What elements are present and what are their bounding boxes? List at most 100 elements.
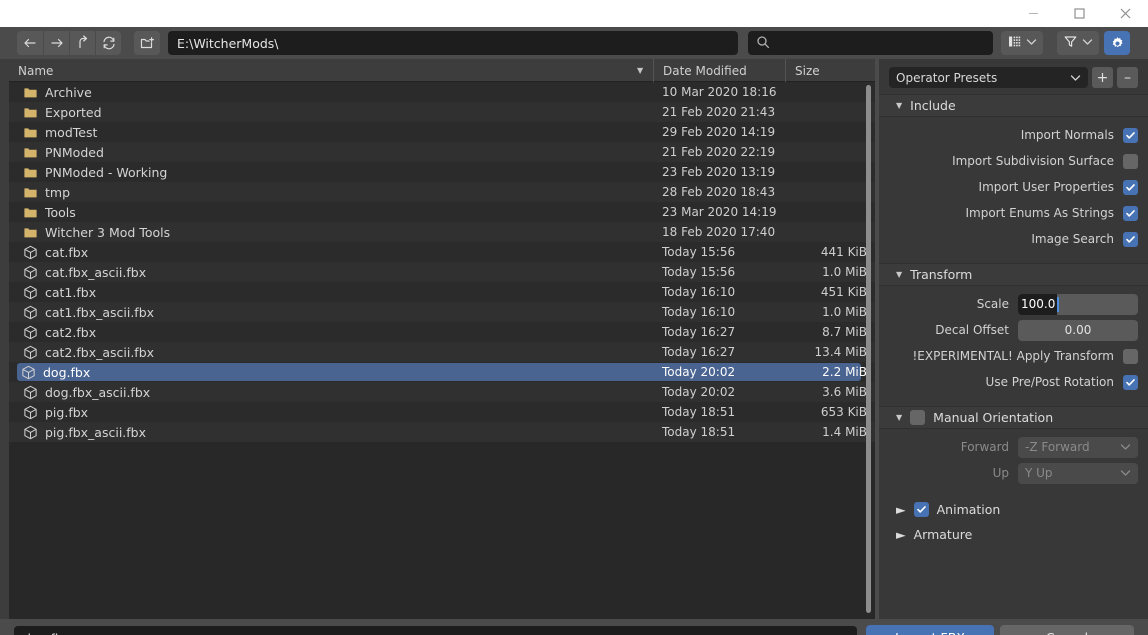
file-size-cell: 3.6 MiB — [822, 385, 867, 399]
section-header-include[interactable]: ▼ Include — [879, 94, 1148, 117]
file-date-cell: 28 Feb 2020 18:43 — [662, 185, 776, 199]
table-row[interactable]: cat1.fbx_ascii.fbx Today 16:10 1.0 MiB — [9, 302, 875, 322]
section-header-manual-orientation[interactable]: ▼ Manual Orientation — [879, 406, 1148, 429]
file-list-scrollbar[interactable] — [866, 85, 871, 613]
apply-transform-checkbox[interactable] — [1123, 348, 1138, 364]
table-row[interactable]: modTest 29 Feb 2020 14:19 — [9, 122, 875, 142]
section-body-manual-orientation: Forward -Z Forward Up Y Up — [879, 429, 1148, 497]
operator-presets-dropdown[interactable]: Operator Presets — [889, 67, 1088, 88]
forward-property-row: Forward -Z Forward — [889, 436, 1138, 458]
folder-icon — [24, 127, 37, 137]
table-row[interactable]: tmp 28 Feb 2020 18:43 — [9, 182, 875, 202]
table-row[interactable]: Exported 21 Feb 2020 21:43 — [9, 102, 875, 122]
file-name-label: cat.fbx — [45, 244, 89, 260]
table-row[interactable]: Tools 23 Mar 2020 14:19 — [9, 202, 875, 222]
file-name-label: Tools — [45, 204, 76, 220]
file-date-cell: 21 Feb 2020 22:19 — [662, 145, 776, 159]
file-name-label: dog.fbx_ascii.fbx — [45, 384, 151, 400]
table-row[interactable]: Witcher 3 Mod Tools 18 Feb 2020 17:40 — [9, 222, 875, 242]
up-label: Up — [992, 466, 1009, 480]
file-name-cell: pig.fbx_ascii.fbx — [19, 423, 152, 441]
display-mode-dropdown[interactable] — [1001, 31, 1043, 55]
new-folder-icon[interactable] — [134, 31, 160, 55]
section-header-animation[interactable]: ► Animation — [879, 497, 1148, 522]
table-row[interactable]: dog.fbx_ascii.fbx Today 20:02 3.6 MiB — [9, 382, 875, 402]
file-name-label: dog.fbx — [43, 364, 91, 380]
file-name-label: pig.fbx_ascii.fbx — [45, 424, 146, 440]
table-row[interactable]: dog.fbx Today 20:02 2.2 MiB — [9, 362, 875, 382]
file-name-label: Archive — [45, 84, 92, 100]
section-body-transform: Scale 100.0 Decal Offset 0.00 !EXPERIMEN… — [879, 286, 1148, 406]
include-option-checkbox[interactable] — [1123, 127, 1138, 143]
file-name-cell: cat1.fbx_ascii.fbx — [19, 303, 160, 321]
animation-checkbox[interactable] — [913, 502, 929, 517]
include-option-checkbox[interactable] — [1123, 231, 1138, 247]
section-title-include: Include — [910, 98, 956, 113]
up-dropdown[interactable]: Y Up — [1018, 462, 1138, 484]
include-option-checkbox[interactable] — [1123, 153, 1138, 169]
file-name-label: pig.fbx — [45, 404, 89, 420]
minimize-icon[interactable] — [1010, 0, 1056, 27]
table-row[interactable]: cat1.fbx Today 16:10 451 KiB — [9, 282, 875, 302]
file-name-cell: cat.fbx_ascii.fbx — [19, 263, 152, 281]
filter-dropdown[interactable] — [1057, 31, 1099, 55]
file-date-cell: Today 15:56 — [662, 245, 736, 259]
path-input[interactable]: E:\WitcherMods\ — [168, 31, 738, 55]
maximize-icon[interactable] — [1056, 0, 1102, 27]
table-row[interactable]: cat2.fbx Today 16:27 8.7 MiB — [9, 322, 875, 342]
file-size-cell: 1.0 MiB — [822, 305, 867, 319]
file-size-cell: 653 KiB — [820, 405, 867, 419]
file-date-cell: 23 Feb 2020 13:19 — [662, 165, 776, 179]
table-row[interactable]: cat2.fbx_ascii.fbx Today 16:27 13.4 MiB — [9, 342, 875, 362]
file-name-cell: cat2.fbx_ascii.fbx — [19, 343, 160, 361]
table-row[interactable]: pig.fbx_ascii.fbx Today 18:51 1.4 MiB — [9, 422, 875, 442]
arrow-up-parent-icon[interactable] — [69, 31, 95, 55]
file-date-cell: Today 18:51 — [662, 405, 736, 419]
table-row[interactable]: cat.fbx_ascii.fbx Today 15:56 1.0 MiB — [9, 262, 875, 282]
forward-dropdown[interactable]: -Z Forward — [1018, 436, 1138, 458]
column-header-size[interactable]: Size — [785, 59, 875, 82]
section-header-armature[interactable]: ► Armature — [879, 522, 1148, 547]
include-option-row: Import Enums As Strings — [889, 202, 1138, 224]
scale-input[interactable]: 100.0 — [1018, 293, 1138, 315]
arrow-left-icon[interactable] — [17, 31, 43, 55]
prepost-rotation-property-row: Use Pre/Post Rotation — [889, 371, 1138, 393]
add-preset-button[interactable]: + — [1092, 67, 1113, 88]
include-option-checkbox[interactable] — [1123, 205, 1138, 221]
folder-icon — [24, 207, 37, 217]
cancel-button[interactable]: Cancel — [1000, 625, 1134, 635]
chevron-down-icon — [1120, 466, 1131, 480]
include-option-checkbox[interactable] — [1123, 179, 1138, 195]
file-size-cell: 1.4 MiB — [822, 425, 867, 439]
file-date-cell: Today 20:02 — [662, 385, 736, 399]
section-header-transform[interactable]: ▼ Transform — [879, 263, 1148, 286]
include-option-row: Import Subdivision Surface — [889, 150, 1138, 172]
chevron-down-icon — [1026, 38, 1037, 49]
import-fbx-button[interactable]: Import FBX — [866, 625, 994, 635]
file-name-label: modTest — [45, 124, 98, 140]
decal-offset-input[interactable]: 0.00 — [1018, 319, 1138, 341]
table-row[interactable]: PNModed 21 Feb 2020 22:19 — [9, 142, 875, 162]
file-name-cell: Archive — [19, 83, 98, 101]
column-header-date-modified[interactable]: Date Modified — [653, 59, 785, 82]
folder-icon — [24, 107, 37, 117]
table-row[interactable]: PNModed - Working 23 Feb 2020 13:19 — [9, 162, 875, 182]
section-title-animation: Animation — [936, 502, 1001, 517]
manual-orientation-checkbox[interactable] — [910, 410, 926, 425]
filename-input[interactable]: dog.fbx — [14, 626, 857, 635]
folder-icon — [24, 87, 37, 97]
up-property-row: Up Y Up — [889, 462, 1138, 484]
refresh-icon[interactable] — [95, 31, 121, 55]
mesh-cube-icon — [24, 425, 37, 439]
sort-indicator-icon[interactable]: ▼ — [637, 59, 643, 82]
search-input[interactable] — [748, 31, 993, 55]
column-header-name[interactable]: Name — [9, 59, 653, 82]
gear-icon[interactable] — [1104, 31, 1130, 55]
remove-preset-button[interactable]: – — [1117, 67, 1138, 88]
table-row[interactable]: pig.fbx Today 18:51 653 KiB — [9, 402, 875, 422]
prepost-rotation-checkbox[interactable] — [1123, 374, 1138, 390]
close-icon[interactable] — [1102, 0, 1148, 27]
table-row[interactable]: cat.fbx Today 15:56 441 KiB — [9, 242, 875, 262]
table-row[interactable]: Archive 10 Mar 2020 18:16 — [9, 82, 875, 102]
arrow-right-icon[interactable] — [43, 31, 69, 55]
